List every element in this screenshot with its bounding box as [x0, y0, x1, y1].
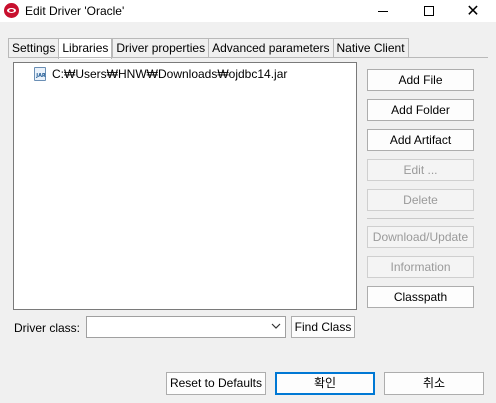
add-file-button[interactable]: Add File — [367, 69, 474, 91]
library-list[interactable]: JAR C:₩Users₩HNW₩Downloads₩ojdbc14.jar — [13, 62, 357, 310]
minimize-icon — [378, 10, 388, 12]
delete-button[interactable]: Delete — [367, 189, 474, 211]
information-button[interactable]: Information — [367, 256, 474, 278]
library-item[interactable]: JAR C:₩Users₩HNW₩Downloads₩ojdbc14.jar — [34, 66, 287, 82]
tab-native-client[interactable]: Native Client — [332, 38, 409, 58]
jar-icon-label: JAR — [36, 73, 46, 79]
library-path: C:₩Users₩HNW₩Downloads₩ojdbc14.jar — [52, 67, 288, 81]
oracle-logo-icon — [4, 3, 19, 18]
maximize-button[interactable] — [406, 0, 452, 22]
ok-button[interactable]: 확인 — [275, 372, 375, 395]
tab-libraries[interactable]: Libraries — [58, 38, 113, 59]
add-folder-button[interactable]: Add Folder — [367, 99, 474, 121]
title-bar: Edit Driver 'Oracle' ✕ — [0, 0, 496, 22]
edit-button[interactable]: Edit ... — [367, 159, 474, 181]
close-button[interactable]: ✕ — [450, 0, 496, 22]
chevron-down-icon[interactable] — [271, 321, 281, 331]
tab-bar: Settings Libraries Driver properties Adv… — [8, 38, 409, 59]
download-update-button[interactable]: Download/Update — [367, 226, 474, 248]
button-separator — [367, 218, 474, 219]
minimize-button[interactable] — [360, 0, 406, 22]
close-icon: ✕ — [466, 1, 480, 20]
cancel-button[interactable]: 취소 — [384, 372, 484, 395]
add-artifact-button[interactable]: Add Artifact — [367, 129, 474, 151]
tab-advanced-parameters[interactable]: Advanced parameters — [208, 38, 333, 58]
jar-file-icon: JAR — [34, 67, 46, 81]
reset-to-defaults-button[interactable]: Reset to Defaults — [166, 372, 266, 395]
maximize-icon — [424, 6, 434, 16]
classpath-button[interactable]: Classpath — [367, 286, 474, 308]
find-class-button[interactable]: Find Class — [291, 316, 355, 338]
driver-class-combo[interactable] — [86, 316, 286, 338]
tab-settings[interactable]: Settings — [8, 38, 59, 58]
window-title: Edit Driver 'Oracle' — [25, 4, 125, 18]
tab-driver-properties[interactable]: Driver properties — [112, 38, 209, 58]
driver-class-label: Driver class: — [14, 321, 81, 335]
